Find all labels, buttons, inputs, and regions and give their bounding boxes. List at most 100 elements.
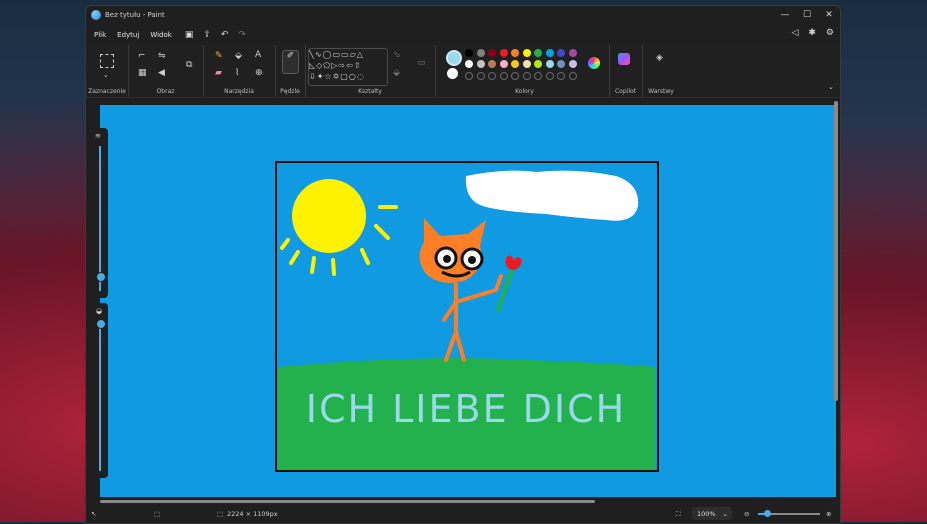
group-label-image: Obraz: [156, 88, 175, 95]
redo-icon[interactable]: ↷: [238, 30, 246, 40]
copilot-icon[interactable]: [618, 53, 630, 65]
menu-edit[interactable]: Edytuj: [117, 31, 139, 39]
color-swatch[interactable]: [522, 49, 531, 57]
outline-icon[interactable]: ⬂: [393, 50, 401, 60]
zoom-slider[interactable]: [764, 510, 771, 517]
text-icon[interactable]: A: [255, 50, 261, 60]
opacity-slider[interactable]: [96, 319, 106, 329]
drawing-canvas[interactable]: ICH LIEBE DICH: [100, 105, 836, 497]
account-icon[interactable]: ✱: [808, 28, 816, 38]
custom-color-slot[interactable]: [488, 72, 496, 80]
custom-color-slot[interactable]: [568, 72, 577, 80]
resize-icon[interactable]: ⇋: [158, 51, 166, 61]
brush-icon[interactable]: ✐: [282, 50, 299, 74]
color-swatch[interactable]: [534, 60, 542, 68]
color-swatch[interactable]: [557, 60, 565, 68]
zoom-dropdown[interactable]: 100% ⌄: [692, 507, 732, 520]
color-swatch[interactable]: [568, 49, 577, 57]
zoom-level: 100%: [697, 509, 716, 518]
menu-view[interactable]: Widok: [150, 31, 172, 39]
custom-color-slot[interactable]: [557, 72, 565, 80]
brush-size-slider[interactable]: [96, 272, 106, 282]
shapes-gallery[interactable]: ╲∿◯▭▭▱△ ◺◇⬠▷⇨⇦⇧ ⇩✦☆✡▢○◌: [308, 48, 388, 86]
drawing: ICH LIEBE DICH: [275, 161, 659, 472]
background-removal-icon[interactable]: ⧉: [186, 60, 192, 70]
title-bar: Bez tytułu - Paint — ☐ ✕: [86, 6, 840, 24]
group-selection: ⌄ Zaznaczenie: [86, 45, 129, 97]
color-swatch[interactable]: [534, 49, 542, 57]
zoom-slider-track: [758, 510, 820, 517]
color-swatch[interactable]: [488, 49, 496, 57]
custom-color-slot[interactable]: [499, 72, 508, 80]
undo-icon[interactable]: ↶: [221, 30, 229, 40]
color-swatch[interactable]: [488, 60, 496, 68]
selection-size-icon: ⬚: [154, 510, 161, 518]
custom-color-slot[interactable]: [534, 72, 542, 80]
group-brushes: ✐ Pędzle: [275, 45, 306, 97]
eraser-icon[interactable]: ▰: [215, 68, 222, 78]
group-label-shapes: Kształty: [358, 88, 382, 95]
color-swatch[interactable]: [511, 49, 519, 57]
group-label-colors: Kolory: [515, 88, 534, 95]
color-swatch[interactable]: [476, 60, 485, 68]
rotate-icon[interactable]: ◀: [158, 68, 165, 78]
shape-size-icon[interactable]: ▭: [417, 58, 426, 68]
shape-fill-icon[interactable]: ⬙: [393, 68, 400, 78]
custom-color-slot[interactable]: [465, 72, 473, 80]
color-swatch[interactable]: [499, 49, 508, 57]
pencil-icon[interactable]: ✎: [215, 51, 223, 61]
ribbon-toolbar: ⌄ Zaznaczenie ⌐ ⇋ ▦ ◀ ⧉ Obraz ✎ ⬙ A ▰ ⌇ …: [86, 45, 840, 98]
select-all-icon[interactable]: ▦: [138, 68, 147, 78]
menu-file[interactable]: Plik: [94, 31, 106, 39]
custom-color-slot[interactable]: [522, 72, 531, 80]
color-swatch[interactable]: [511, 60, 519, 68]
ribbon-collapse-icon[interactable]: ⌄: [828, 83, 834, 91]
horizontal-scrollbar[interactable]: [100, 500, 595, 503]
color-swatch[interactable]: [465, 60, 473, 68]
opacity-panel: ◒: [92, 303, 108, 478]
zoom-out-icon[interactable]: ⊖: [744, 510, 749, 518]
save-icon[interactable]: ▣: [185, 30, 194, 40]
group-image: ⌐ ⇋ ▦ ◀ ⧉ Obraz: [128, 45, 204, 97]
maximize-icon[interactable]: ☐: [796, 6, 818, 24]
magnifier-icon[interactable]: ⊕: [255, 68, 263, 78]
close-icon[interactable]: ✕: [818, 6, 840, 24]
settings-icon[interactable]: ⚙: [826, 28, 834, 38]
primary-color-swatch[interactable]: [446, 50, 462, 66]
paint-window: Bez tytułu - Paint — ☐ ✕ Plik Edytuj Wid…: [85, 5, 841, 524]
canvas-workspace[interactable]: ICH LIEBE DICH: [100, 105, 836, 497]
color-swatch[interactable]: [522, 60, 531, 68]
group-colors: Kolory: [440, 45, 610, 97]
color-swatch[interactable]: [557, 49, 565, 57]
crop-icon[interactable]: ⌐: [138, 51, 146, 61]
color-swatch[interactable]: [499, 60, 508, 68]
layers-icon[interactable]: ◈: [656, 53, 663, 63]
fill-icon[interactable]: ⬙: [235, 51, 242, 61]
custom-color-slot[interactable]: [545, 72, 554, 80]
selection-icon[interactable]: [100, 54, 114, 68]
color-swatch[interactable]: [476, 49, 485, 57]
color-swatch[interactable]: [545, 49, 554, 57]
zoom-in-icon[interactable]: ⊕: [826, 510, 831, 518]
share-icon[interactable]: ⇪: [203, 30, 211, 40]
paint-app-icon: [91, 10, 101, 20]
feedback-icon[interactable]: ◁: [791, 28, 798, 38]
group-label-brushes: Pędzle: [280, 88, 300, 95]
edit-colors-icon[interactable]: [588, 57, 600, 72]
custom-color-slot[interactable]: [476, 72, 485, 80]
color-swatch[interactable]: [465, 49, 473, 57]
caption-text: ICH LIEBE DICH: [306, 387, 627, 431]
secondary-color-swatch[interactable]: [447, 68, 458, 79]
minimize-icon[interactable]: —: [774, 6, 796, 24]
color-swatch[interactable]: [568, 60, 577, 68]
group-layers: ◈ Warstwy: [642, 45, 680, 97]
menu-bar: Plik Edytuj Widok ▣ ⇪ ↶ ↷ ◁ ✱ ⚙: [86, 25, 840, 45]
sun: [292, 179, 366, 253]
color-swatch[interactable]: [545, 60, 554, 68]
color-picker-icon[interactable]: ⌇: [235, 68, 239, 78]
custom-color-slot[interactable]: [511, 72, 519, 80]
fit-to-window-icon[interactable]: ⛶: [676, 510, 681, 519]
chevron-down-icon[interactable]: ⌄: [103, 71, 109, 79]
vertical-scrollbar[interactable]: [834, 101, 838, 401]
window-title: Bez tytułu - Paint: [105, 11, 165, 19]
